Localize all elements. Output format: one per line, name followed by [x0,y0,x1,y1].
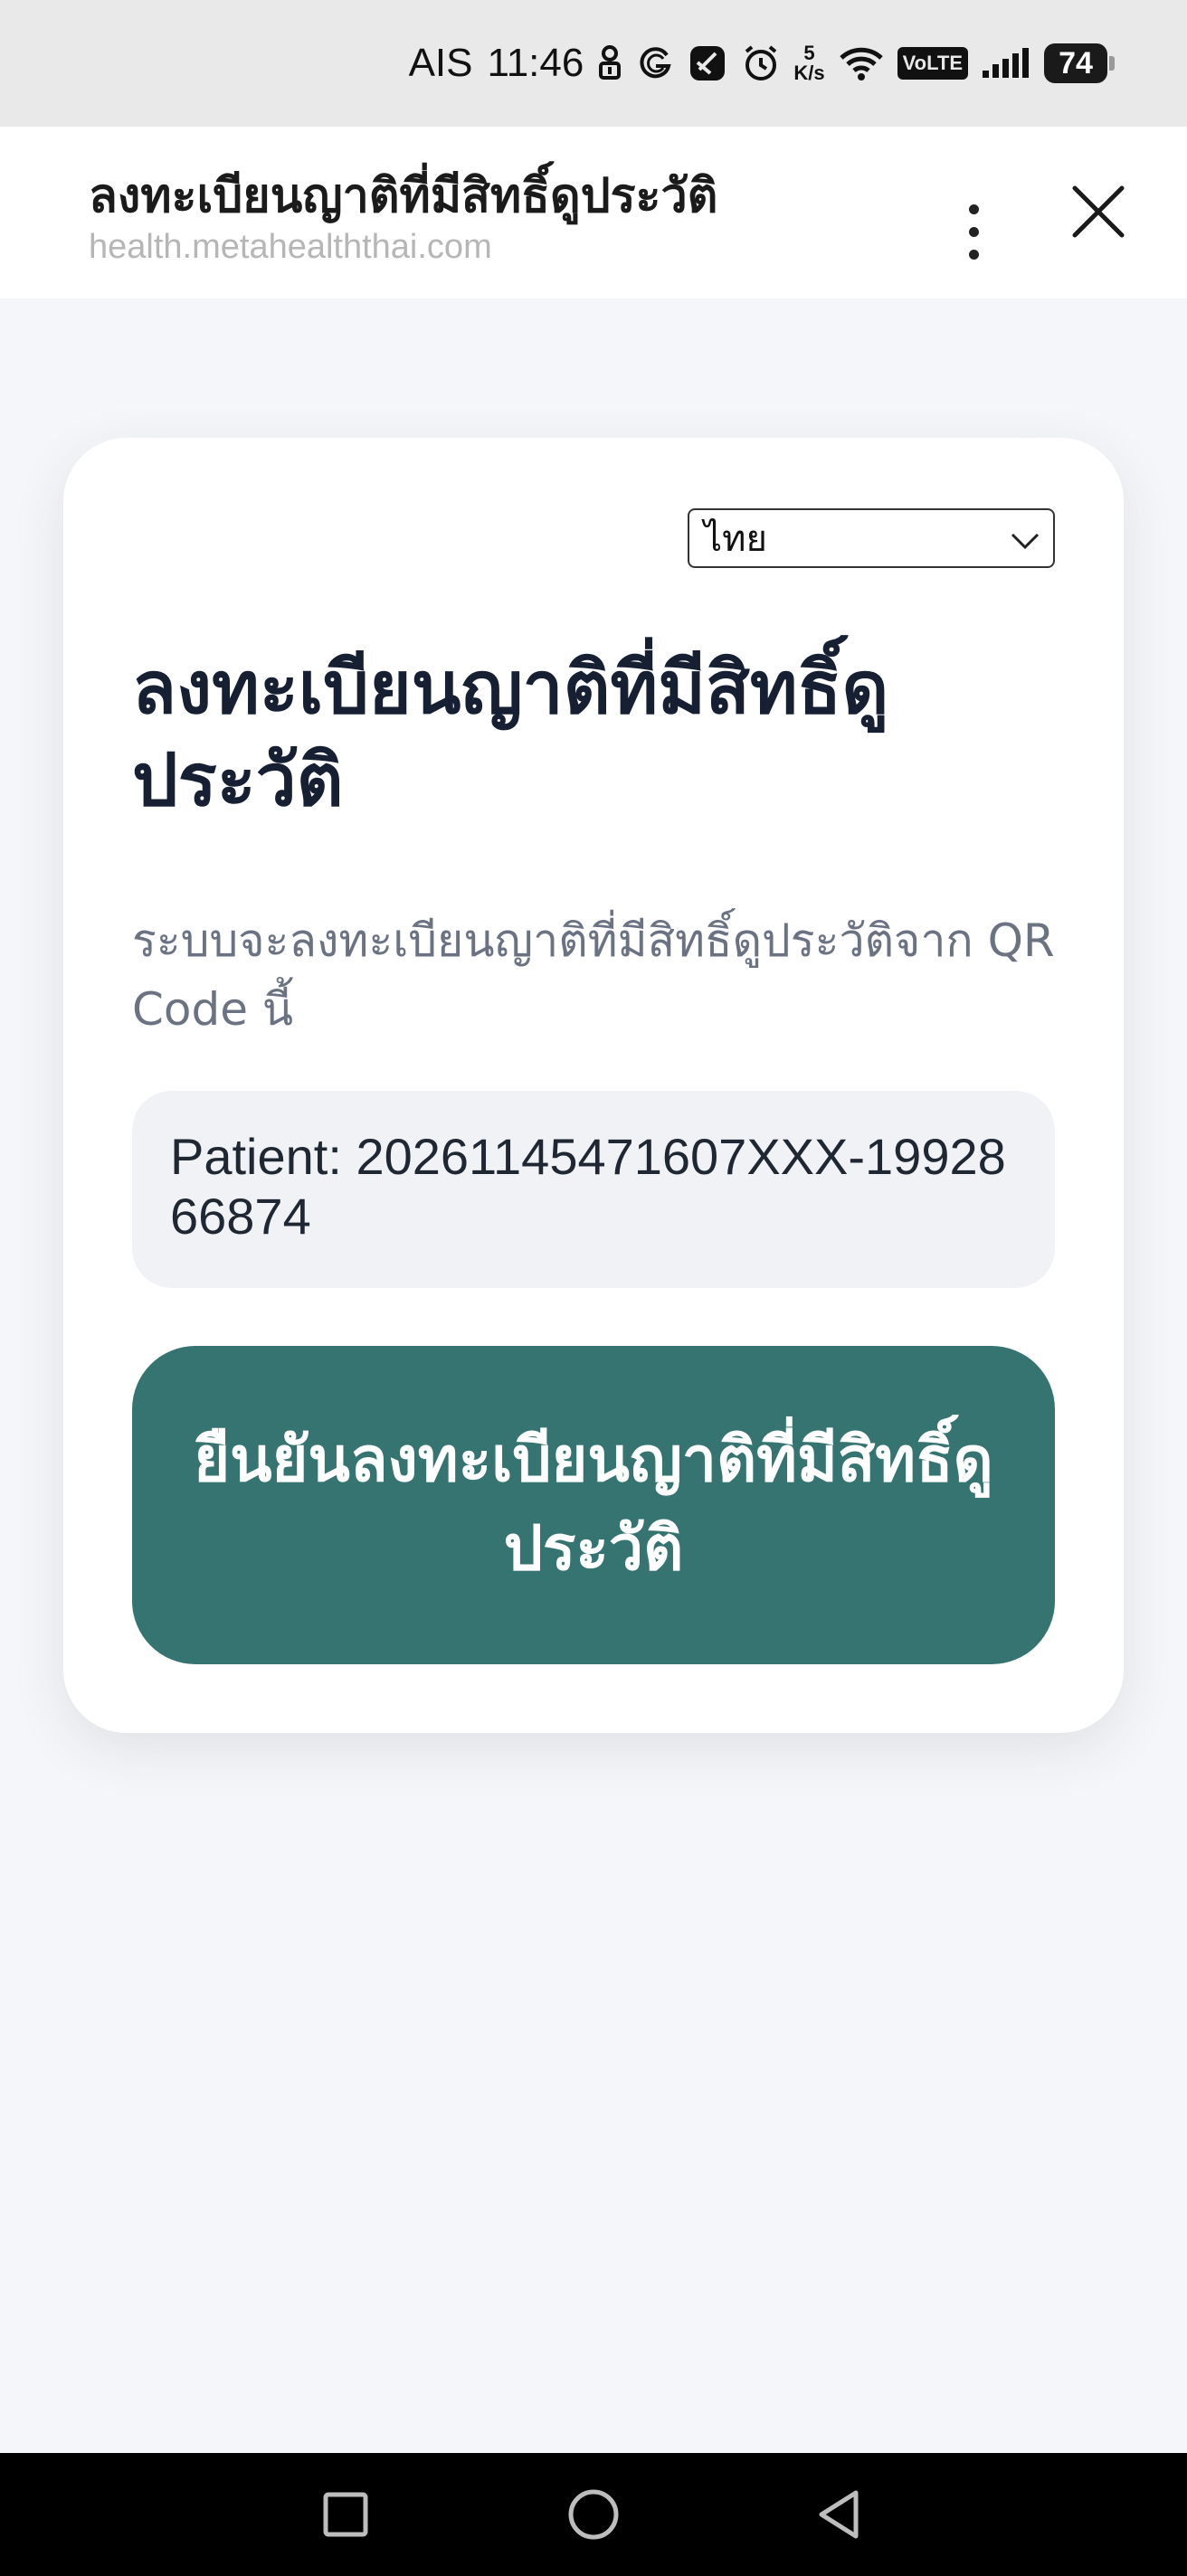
battery-icon: 74 [1044,43,1115,83]
g-icon [636,38,674,89]
net-speed-indicator: 5 K/s [793,42,825,84]
recents-button[interactable] [315,2484,376,2545]
alarm-icon [741,38,781,89]
person-icon [596,38,623,89]
back-icon [819,2490,859,2539]
chevron-down-icon [1011,533,1040,550]
close-icon [1072,185,1125,238]
status-bar: AIS 11:46 5 K/s VoLTE 74 [0,0,1187,127]
hashtag-icon [687,38,728,89]
registration-card: ไทย ลงทะเบียนญาติที่มีสิทธิ์ดูประวัติ ระ… [63,438,1124,1733]
dot-icon [968,249,979,260]
back-button[interactable] [811,2484,872,2545]
dot-icon [968,204,979,214]
signal-icon [981,38,1031,89]
dot-icon [968,226,979,237]
wifi-icon [838,38,885,89]
more-options-button[interactable] [948,179,999,284]
page-title: ลงทะเบียนญาติที่มีสิทธิ์ดูประวัติ [89,169,718,223]
recents-icon [323,2492,368,2537]
patient-info: Patient: 20261145471607XXX-1992866874 [132,1091,1055,1288]
navigation-bar [0,2453,1187,2576]
page-url: health.metahealththai.com [89,228,492,266]
volte-badge: VoLTE [897,47,968,80]
home-icon [568,2489,619,2540]
language-selected: ไทย [704,518,767,560]
card-title: ลงทะเบียนญาติที่มีสิทธิ์ดูประวัติ [132,646,889,822]
confirm-register-button[interactable]: ยืนยันลงทะเบียนญาติที่มีสิทธิ์ดูประวัติ [132,1346,1055,1664]
close-button[interactable] [1066,179,1131,244]
card-description: ระบบจะลงทะเบียนญาติที่มีสิทธิ์ดูประวัติจ… [132,914,1055,1036]
language-select[interactable]: ไทย [688,508,1055,568]
carrier-label: AIS [408,41,473,85]
status-time: 11:46 [487,41,584,85]
home-button[interactable] [563,2484,624,2545]
browser-header: ลงทะเบียนญาติที่มีสิทธิ์ดูประวัติ health… [0,127,1187,298]
